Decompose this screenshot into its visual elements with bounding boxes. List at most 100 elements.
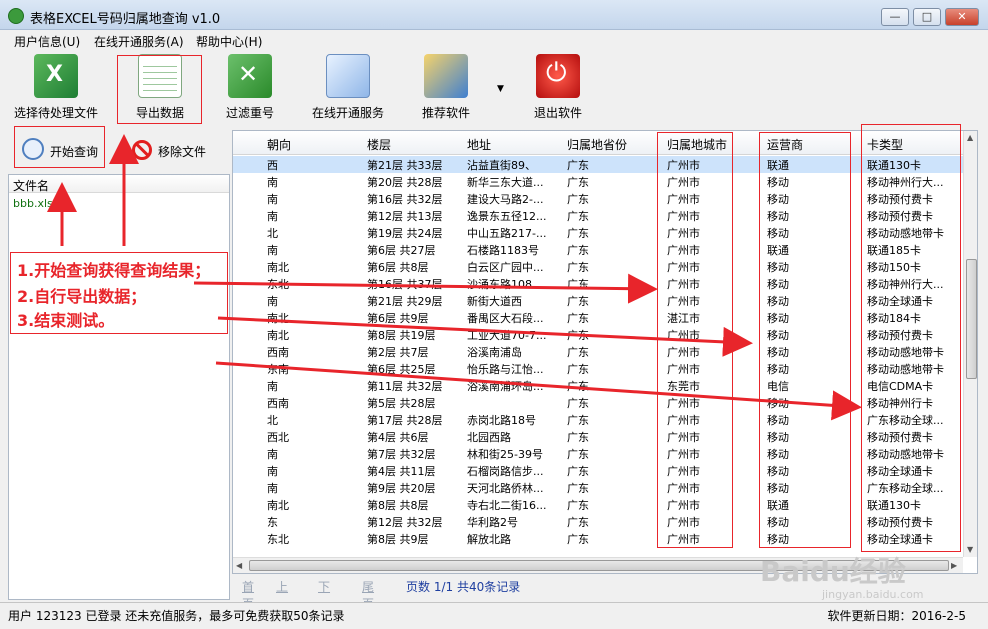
cell-orientation: 南 [267, 244, 278, 257]
cell-floor: 第17层 共28层 [367, 414, 443, 427]
cell-address: 浴溪南浦岛 [467, 346, 522, 359]
prohibit-icon [132, 140, 152, 160]
select-file-button[interactable]: 选择待处理文件 [12, 54, 100, 121]
cell-address: 怡乐路与江怡... [467, 363, 544, 376]
cell-orientation: 南 [267, 176, 278, 189]
table-row[interactable]: 西南 第5层 共28层 广东 广州市 移动 移动神州行卡 [233, 394, 963, 411]
table-row[interactable]: 西南 第2层 共7层 浴溪南浦岛 广东 广州市 移动 移动动感地带卡 [233, 343, 963, 360]
menu-online-service[interactable]: 在线开通服务(A) [94, 33, 184, 50]
cell-province: 广东 [567, 278, 589, 291]
scroll-left-icon[interactable]: ◀ [236, 561, 242, 570]
menu-help-center[interactable]: 帮助中心(H) [196, 33, 262, 50]
cell-address: 华利路2号 [467, 516, 518, 529]
table-row[interactable]: 南第6层 共27层 石楼路1183号 广东 广州市 联通 联通185卡 [233, 241, 963, 258]
cell-address: 白云区广园中... [467, 261, 544, 274]
cell-floor: 第4层 共11层 [367, 465, 436, 478]
table-row[interactable]: 东南 第6层 共25层 怡乐路与江怡... 广东 广州市 移动 移动动感地带卡 [233, 360, 963, 377]
scroll-up-icon[interactable]: ▲ [967, 133, 973, 142]
cell-orientation: 南 [267, 380, 278, 393]
vertical-scroll-thumb[interactable] [966, 259, 977, 379]
minimize-button[interactable]: — [881, 8, 909, 26]
cell-orientation: 南北 [267, 261, 289, 274]
table-row[interactable]: 北第19层 共24层 中山五路217-... 广东 广州市 移动 移动动感地带卡 [233, 224, 963, 241]
excel-icon [34, 54, 78, 98]
cell-floor: 第16层 共32层 [367, 193, 443, 206]
table-row[interactable]: 南第20层 共28层 新华三东大道... 广东 广州市 移动 移动神州行大... [233, 173, 963, 190]
table-row[interactable]: 南第11层 共32层 浴溪南浦环岛... 广东 东莞市 电信 电信CDMA卡 [233, 377, 963, 394]
cell-floor: 第9层 共20层 [367, 482, 436, 495]
software-box-icon [424, 54, 468, 98]
recommend-software-button[interactable]: 推荐软件 [416, 54, 476, 121]
cell-address: 新街大道西 [467, 295, 522, 308]
table-row[interactable]: 南北 第6层 共9层 番禺区大石段... 广东 湛江市 移动 移动184卡 [233, 309, 963, 326]
column-header-address[interactable]: 地址 [467, 136, 491, 153]
cell-orientation: 东 [267, 516, 278, 529]
table-row[interactable]: 东北 第16层 共37层 沙涌东路108... 广东 广州市 移动 移动神州行大... [233, 275, 963, 292]
recommend-software-label: 推荐软件 [421, 106, 470, 120]
cell-orientation: 西南 [267, 346, 289, 359]
cell-address: 天河北路侨林... [467, 482, 544, 495]
column-header-orientation[interactable]: 朝向 [267, 136, 291, 153]
cell-province: 广东 [567, 448, 589, 461]
cell-orientation: 南北 [267, 312, 289, 325]
online-service-button[interactable]: 在线开通服务 [306, 54, 390, 121]
table-row[interactable]: 南北 第6层 共8层 白云区广园中... 广东 广州市 移动 移动150卡 [233, 258, 963, 275]
column-header-province[interactable]: 归属地省份 [567, 136, 627, 153]
table-row[interactable]: 西第21层 共33层 沾益直街89、 广东 广州市 联通 联通130卡 [233, 156, 963, 173]
table-row[interactable]: 南第7层 共32层 林和街25-39号 广东 广州市 移动 移动动感地带卡 [233, 445, 963, 462]
cell-province: 广东 [567, 499, 589, 512]
cell-floor: 第6层 共9层 [367, 312, 429, 325]
maximize-button[interactable]: □ [913, 8, 941, 26]
remove-file-button[interactable]: 移除文件 [130, 138, 220, 162]
table-row[interactable]: 南第12层 共13层 逸景东五径12... 广东 广州市 移动 移动预付费卡 [233, 207, 963, 224]
file-item[interactable]: bbb.xls [9, 193, 229, 214]
scroll-down-icon[interactable]: ▼ [967, 545, 973, 554]
highlight-start-query [14, 126, 105, 168]
status-bar: 用户 123123 已登录 还未充值服务，最多可免费获取50条记录 软件更新日期… [0, 602, 988, 628]
table-row[interactable]: 南北 第8层 共19层 工业大道70-7... 广东 广州市 移动 移动预付费卡 [233, 326, 963, 343]
baidu-watermark: Baidu经验 [760, 555, 906, 588]
chevron-down-icon[interactable]: ▼ [497, 84, 504, 94]
cell-floor: 第7层 共32层 [367, 448, 436, 461]
vertical-scrollbar[interactable]: ▲ ▼ [963, 131, 977, 557]
table-row[interactable]: 南第16层 共32层 建设大马路2-... 广东 广州市 移动 移动预付费卡 [233, 190, 963, 207]
close-button[interactable]: ✕ [945, 8, 979, 26]
remove-file-label: 移除文件 [158, 145, 207, 159]
cell-province: 广东 [567, 227, 589, 240]
online-service-label: 在线开通服务 [311, 106, 384, 120]
table-row[interactable]: 南第9层 共20层 天河北路侨林... 广东 广州市 移动 广东移动全球... [233, 479, 963, 496]
highlight-carrier-column [759, 132, 851, 548]
table-row[interactable]: 南北 第8层 共8层 寺右北二街16... 广东 广州市 联通 联通130卡 [233, 496, 963, 513]
cell-province: 广东 [567, 193, 589, 206]
cell-floor: 第6层 共27层 [367, 244, 436, 257]
menu-user-info[interactable]: 用户信息(U) [14, 33, 80, 50]
cell-address: 浴溪南浦环岛... [467, 380, 544, 393]
table-row[interactable]: 西北 第4层 共6层 北园西路 广东 广州市 移动 移动预付费卡 [233, 428, 963, 445]
table-row[interactable]: 东北 第8层 共9层 解放北路 广东 广州市 移动 移动全球通卡 [233, 530, 963, 547]
cell-address: 解放北路 [467, 533, 511, 546]
title-bar: 表格EXCEL号码归属地查询 v1.0 — □ ✕ [0, 0, 988, 30]
cell-floor: 第12层 共32层 [367, 516, 443, 529]
cell-province: 广东 [567, 261, 589, 274]
table-row[interactable]: 南第4层 共11层 石榴岗路信步... 广东 广州市 移动 移动全球通卡 [233, 462, 963, 479]
cell-orientation: 西南 [267, 397, 289, 410]
cell-floor: 第8层 共8层 [367, 499, 429, 512]
cell-floor: 第19层 共24层 [367, 227, 443, 240]
instruction-line-3: 3.结束测试。 [17, 311, 115, 330]
filter-duplicates-label: 过滤重号 [225, 106, 274, 120]
cell-orientation: 南 [267, 210, 278, 223]
filter-duplicates-button[interactable]: 过滤重号 [220, 54, 280, 121]
column-header-floor[interactable]: 楼层 [367, 136, 391, 153]
table-row[interactable]: 北第17层 共28层 赤岗北路18号 广东 广州市 移动 广东移动全球... [233, 411, 963, 428]
cell-address: 沙涌东路108... [467, 278, 543, 291]
cell-floor: 第16层 共37层 [367, 278, 443, 291]
exit-software-button[interactable]: 退出软件 [528, 54, 588, 121]
table-row[interactable]: 东第12层 共32层 华利路2号 广东 广州市 移动 移动预付费卡 [233, 513, 963, 530]
cell-address: 中山五路217-... [467, 227, 547, 240]
cell-province: 广东 [567, 431, 589, 444]
table-row[interactable]: 南第21层 共29层 新街大道西 广东 广州市 移动 移动全球通卡 [233, 292, 963, 309]
update-date: 软件更新日期：2016-2-5 [827, 609, 966, 623]
cell-address: 赤岗北路18号 [467, 414, 536, 427]
power-icon [536, 54, 580, 98]
scroll-right-icon[interactable]: ▶ [951, 561, 957, 570]
